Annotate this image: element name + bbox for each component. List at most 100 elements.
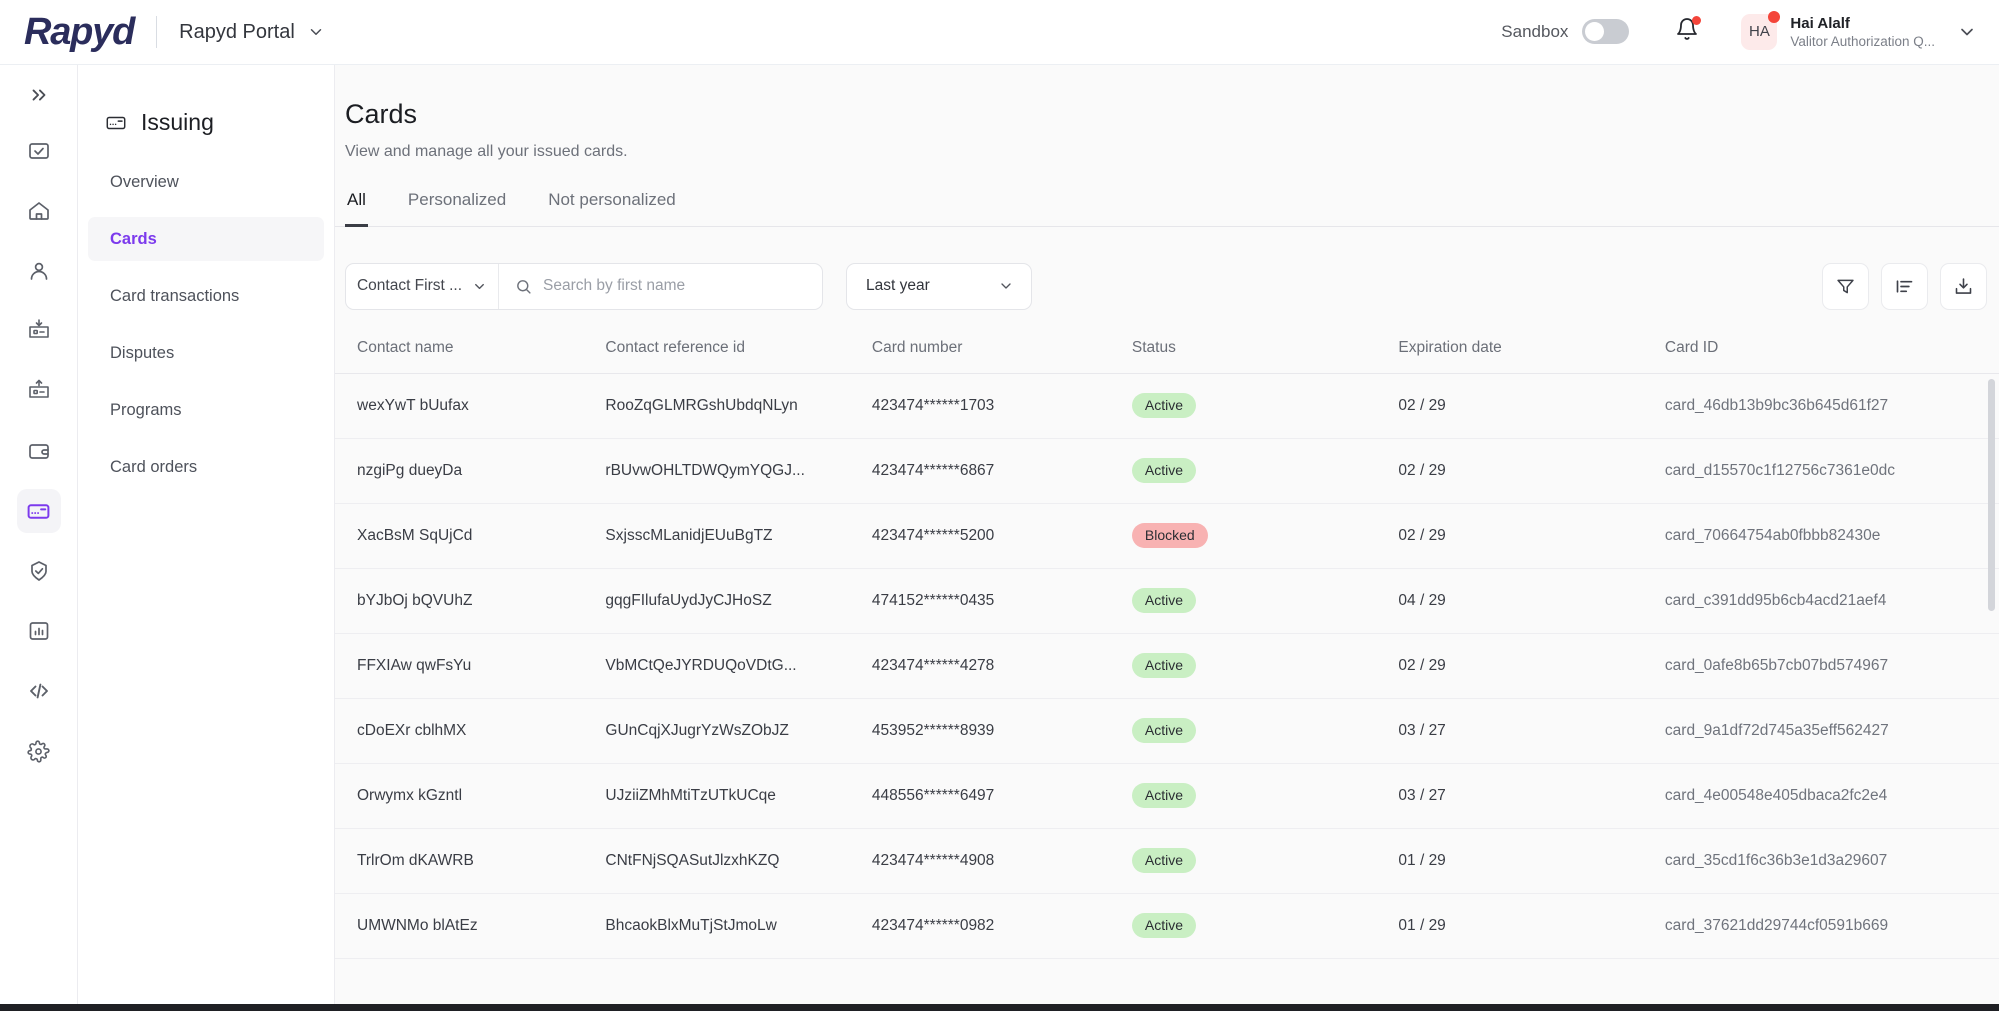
table-header-row: Contact name Contact reference id Card n… — [335, 339, 1999, 374]
search-field-select[interactable]: Contact First ... — [346, 264, 499, 309]
table-row[interactable]: nzgiPg dueyDarBUvwOHLTDWQymYQGJ...423474… — [335, 438, 1999, 503]
cell-contact-reference-id: CNtFNjSQASutJlzxhKZQ — [605, 828, 872, 893]
sidebar-item-cards[interactable]: Cards — [88, 217, 324, 261]
chevron-down-icon[interactable] — [307, 23, 325, 41]
status-badge: Active — [1132, 848, 1196, 873]
main-content: Cards View and manage all your issued ca… — [335, 65, 1999, 1011]
rail-item-tasks[interactable] — [17, 129, 61, 173]
cell-card-id: card_46db13b9bc36b645d61f27 — [1665, 373, 1999, 438]
sidebar-item-card-transactions[interactable]: Card transactions — [88, 274, 324, 318]
column-header-status[interactable]: Status — [1132, 339, 1399, 374]
column-header-contact-ref-id[interactable]: Contact reference id — [605, 339, 872, 374]
shield-check-icon — [27, 559, 51, 583]
cell-card-number: 423474******5200 — [872, 503, 1132, 568]
rail-item-clients[interactable] — [17, 249, 61, 293]
cell-card-number: 423474******4278 — [872, 633, 1132, 698]
tab-all[interactable]: All — [345, 190, 368, 227]
cell-contact-name: XacBsM SqUjCd — [335, 503, 605, 568]
cell-contact-name: FFXIAw qwFsYu — [335, 633, 605, 698]
cell-status: Active — [1132, 828, 1399, 893]
card-id-value: card_9a1df72d745a35eff562427 — [1665, 722, 1999, 740]
page-subtitle: View and manage all your issued cards. — [345, 143, 1999, 161]
rail-item-collect[interactable] — [17, 309, 61, 353]
brand-block: Rapyd Rapyd Portal — [0, 11, 325, 54]
top-bar-right: Sandbox HA Hai Alalf Valitor Authorizati… — [1501, 14, 1999, 50]
table-row[interactable]: XacBsM SqUjCdSxjsscMLanidjEUuBgTZ423474*… — [335, 503, 1999, 568]
table-head: Contact name Contact reference id Card n… — [335, 339, 1999, 374]
sidebar-item-disputes[interactable]: Disputes — [88, 331, 324, 375]
cell-contact-reference-id: GUnCqjXJugrYzWsZObJZ — [605, 698, 872, 763]
cell-contact-name: Orwymx kGzntl — [335, 763, 605, 828]
table-row[interactable]: TrlrOm dKAWRBCNtFNjSQASutJlzxhKZQ423474*… — [335, 828, 1999, 893]
portal-name[interactable]: Rapyd Portal — [179, 21, 295, 44]
card-id-value: card_d15570c1f12756c7361e0dc — [1665, 462, 1999, 480]
rail-item-developers[interactable] — [17, 669, 61, 713]
cell-expiration-date: 02 / 29 — [1398, 633, 1665, 698]
cell-status: Active — [1132, 568, 1399, 633]
sidebar-item-programs[interactable]: Programs — [88, 388, 324, 432]
user-menu-chevron-down-icon[interactable] — [1957, 22, 1977, 42]
cell-expiration-date: 03 / 27 — [1398, 763, 1665, 828]
cell-expiration-date: 02 / 29 — [1398, 503, 1665, 568]
cell-expiration-date: 03 / 27 — [1398, 698, 1665, 763]
rail-item-issuing[interactable] — [17, 489, 61, 533]
funnel-icon — [1835, 276, 1856, 297]
rapyd-logo[interactable]: Rapyd — [24, 11, 134, 54]
status-badge: Active — [1132, 588, 1196, 613]
download-icon — [1953, 276, 1974, 297]
sandbox-label: Sandbox — [1501, 22, 1568, 42]
cell-contact-reference-id: BhcaokBlxMuTjStJmoLw — [605, 893, 872, 958]
rail-item-wallets[interactable] — [17, 429, 61, 473]
expand-sidebar-button[interactable] — [17, 77, 61, 113]
tab-personalized[interactable]: Personalized — [406, 190, 508, 227]
rail-item-settings[interactable] — [17, 729, 61, 773]
column-header-expiration[interactable]: Expiration date — [1398, 339, 1665, 374]
date-range-select[interactable]: Last year — [846, 263, 1032, 310]
filter-button[interactable] — [1822, 263, 1869, 310]
tab-bar: All Personalized Not personalized — [335, 190, 1999, 227]
sidebar-item-label: Disputes — [110, 344, 174, 363]
card-id-value: card_4e00548e405dbaca2fc2e4 — [1665, 787, 1999, 805]
tab-not-personalized[interactable]: Not personalized — [546, 190, 678, 227]
rail-item-home[interactable] — [17, 189, 61, 233]
table-row[interactable]: Orwymx kGzntlUJziiZMhMtiTzUTkUCqe448556*… — [335, 763, 1999, 828]
vertical-scrollbar[interactable] — [1988, 379, 1995, 611]
sidebar-item-overview[interactable]: Overview — [88, 160, 324, 204]
cell-contact-name: bYJbOj bQVUhZ — [335, 568, 605, 633]
column-header-contact-name[interactable]: Contact name — [335, 339, 605, 374]
avatar[interactable]: HA — [1741, 14, 1777, 50]
table-row[interactable]: cDoEXr cblhMXGUnCqjXJugrYzWsZObJZ453952*… — [335, 698, 1999, 763]
user-name: Hai Alalf — [1790, 14, 1935, 33]
search-input[interactable] — [543, 277, 798, 295]
table-row[interactable]: UMWNMo blAtEzBhcaokBlxMuTjStJmoLw423474*… — [335, 893, 1999, 958]
cell-expiration-date: 01 / 29 — [1398, 893, 1665, 958]
table-row[interactable]: bYJbOj bQVUhZgqgFIlufaUydJyCJHoSZ474152*… — [335, 568, 1999, 633]
sidebar-item-card-orders[interactable]: Card orders — [88, 445, 324, 489]
home-icon — [27, 199, 51, 223]
page-header: Cards View and manage all your issued ca… — [335, 65, 1999, 161]
cell-status: Blocked — [1132, 503, 1399, 568]
card-arrow-up-icon — [26, 378, 52, 404]
search-icon — [515, 278, 532, 295]
sort-button[interactable] — [1881, 263, 1928, 310]
column-header-card-id[interactable]: Card ID — [1665, 339, 1999, 374]
rail-item-reports[interactable] — [17, 609, 61, 653]
toggle-knob — [1585, 22, 1604, 41]
wallet-icon — [27, 439, 51, 463]
cell-status: Active — [1132, 438, 1399, 503]
table-row[interactable]: FFXIAw qwFsYuVbMCtQeJYRDUQoVDtG...423474… — [335, 633, 1999, 698]
rail-item-disburse[interactable] — [17, 369, 61, 413]
cell-expiration-date: 02 / 29 — [1398, 438, 1665, 503]
cell-status: Active — [1132, 373, 1399, 438]
export-button[interactable] — [1940, 263, 1987, 310]
notifications-button[interactable] — [1675, 17, 1699, 46]
cards-table: Contact name Contact reference id Card n… — [335, 339, 1999, 959]
cell-card-number: 453952******8939 — [872, 698, 1132, 763]
column-header-card-number[interactable]: Card number — [872, 339, 1132, 374]
rail-item-verify[interactable] — [17, 549, 61, 593]
code-icon — [27, 679, 51, 703]
user-info[interactable]: Hai Alalf Valitor Authorization Q... — [1790, 14, 1935, 50]
cell-card-number: 423474******1703 — [872, 373, 1132, 438]
sandbox-toggle[interactable] — [1582, 19, 1629, 44]
table-row[interactable]: wexYwT bUufaxRooZqGLMRGshUbdqNLyn423474*… — [335, 373, 1999, 438]
